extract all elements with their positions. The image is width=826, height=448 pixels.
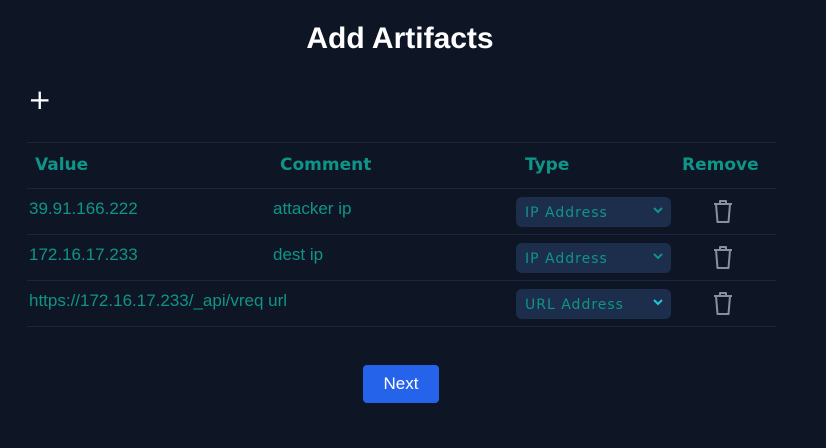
- trash-icon[interactable]: [712, 290, 734, 316]
- table-header: Value Comment Type Remove: [27, 142, 776, 188]
- table-row: 39.91.166.222 attacker ip IP Address: [27, 188, 776, 234]
- trash-icon[interactable]: [712, 244, 734, 270]
- header-type: Type: [525, 155, 570, 175]
- header-value: Value: [35, 155, 89, 175]
- header-remove: Remove: [682, 155, 759, 175]
- table-row: 172.16.17.233 dest ip IP Address: [27, 234, 776, 280]
- type-select-value: IP Address: [525, 251, 608, 267]
- type-select[interactable]: URL Address: [516, 289, 671, 319]
- value-field[interactable]: https://172.16.17.233/_api/vreq url: [29, 291, 287, 311]
- type-select-value: IP Address: [525, 205, 608, 221]
- trash-icon[interactable]: [712, 198, 734, 224]
- chevron-down-icon: [653, 299, 663, 306]
- header-comment: Comment: [280, 155, 372, 175]
- type-select-value: URL Address: [525, 297, 624, 313]
- table-row: https://172.16.17.233/_api/vreq url URL …: [27, 280, 776, 327]
- add-artifact-button[interactable]: +: [28, 86, 51, 114]
- comment-field[interactable]: dest ip: [273, 245, 323, 265]
- chevron-down-icon: [653, 207, 663, 214]
- type-select[interactable]: IP Address: [516, 243, 671, 273]
- comment-field[interactable]: attacker ip: [273, 199, 351, 219]
- plus-icon: +: [28, 83, 52, 116]
- next-button[interactable]: Next: [363, 365, 439, 403]
- value-field[interactable]: 172.16.17.233: [29, 245, 138, 265]
- value-field[interactable]: 39.91.166.222: [29, 199, 138, 219]
- chevron-down-icon: [653, 253, 663, 260]
- artifacts-table: Value Comment Type Remove 39.91.166.222 …: [27, 142, 776, 327]
- page-title: Add Artifacts: [306, 22, 494, 55]
- type-select[interactable]: IP Address: [516, 197, 671, 227]
